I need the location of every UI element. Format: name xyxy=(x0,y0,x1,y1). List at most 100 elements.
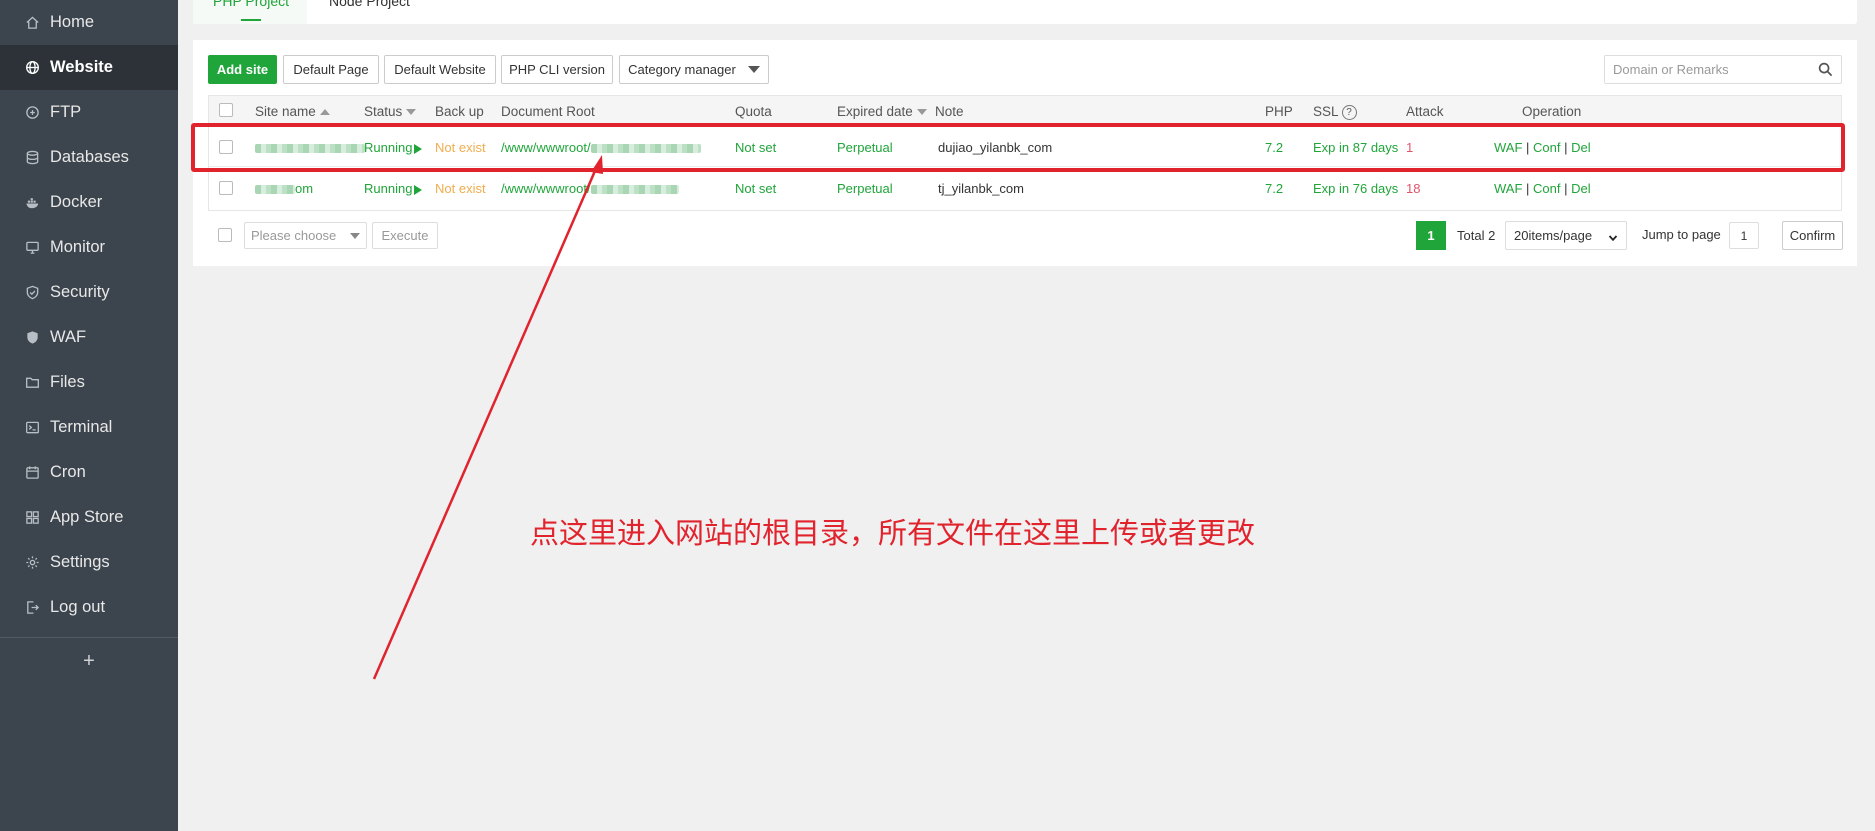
table-row: om Running Not exist /www/wwwroot/ Not s… xyxy=(209,168,1841,208)
confirm-button[interactable]: Confirm xyxy=(1782,221,1843,250)
default-page-button[interactable]: Default Page xyxy=(283,55,379,84)
sidebar-item-settings[interactable]: Settings xyxy=(0,540,178,585)
sidebar-item-terminal[interactable]: Terminal xyxy=(0,405,178,450)
sort-asc-icon xyxy=(319,109,330,116)
sidebar-item-website[interactable]: Website xyxy=(0,45,178,90)
category-manager-select[interactable]: Category manager xyxy=(619,55,769,84)
sidebar-item-databases[interactable]: Databases xyxy=(0,135,178,180)
conf-link[interactable]: Conf xyxy=(1533,181,1560,196)
sidebar-nav: Home Website FTP Databases Docker Monito… xyxy=(0,0,178,630)
php-version-link[interactable]: 7.2 xyxy=(1265,181,1283,196)
search-icon[interactable] xyxy=(1818,62,1833,80)
jump-to-page-label: Jump to page xyxy=(1642,227,1721,242)
row-operations: WAF | Conf | Del xyxy=(1494,181,1591,196)
header-expired-date[interactable]: Expired date xyxy=(837,104,927,119)
shield-icon xyxy=(24,285,40,301)
header-quota: Quota xyxy=(735,104,772,119)
header-ssl-label: SSL xyxy=(1313,104,1339,119)
separator: | xyxy=(1564,181,1568,196)
header-expired-label: Expired date xyxy=(837,104,913,119)
sidebar-item-docker[interactable]: Docker xyxy=(0,180,178,225)
sidebar-item-waf[interactable]: WAF xyxy=(0,315,178,360)
annotation-text: 点这里进入网站的根目录，所有文件在这里上传或者更改 xyxy=(530,516,1256,550)
header-attack: Attack xyxy=(1406,104,1444,119)
header-status[interactable]: Status xyxy=(364,104,417,119)
play-icon xyxy=(414,184,423,195)
tab-php-project[interactable]: PHP Project xyxy=(193,0,307,24)
document-root-path: /www/wwwroot/ xyxy=(501,181,591,196)
sort-desc-icon xyxy=(406,109,417,116)
tab-node-project[interactable]: Node Project xyxy=(329,0,410,9)
folder-icon xyxy=(24,375,40,391)
sidebar-divider xyxy=(0,637,178,638)
add-menu-button[interactable]: + xyxy=(0,650,178,673)
header-backup: Back up xyxy=(435,104,484,119)
sidebar-item-label: WAF xyxy=(50,328,87,346)
sidebar-item-label: Terminal xyxy=(50,418,113,436)
search-box xyxy=(1604,55,1842,84)
sidebar-item-home[interactable]: Home xyxy=(0,0,178,45)
jump-page-input[interactable]: 1 xyxy=(1729,222,1759,249)
backup-link[interactable]: Not exist xyxy=(435,181,486,196)
per-page-value: 20items/page xyxy=(1514,228,1593,243)
waf-link[interactable]: WAF xyxy=(1494,181,1522,196)
expired-date-link[interactable]: Perpetual xyxy=(837,181,893,196)
docker-icon xyxy=(24,195,40,211)
select-all-checkbox[interactable] xyxy=(219,103,233,117)
row-checkbox[interactable] xyxy=(219,181,233,195)
header-status-label: Status xyxy=(364,104,403,119)
sidebar-item-ftp[interactable]: FTP xyxy=(0,90,178,135)
sidebar-item-cron[interactable]: Cron xyxy=(0,450,178,495)
redacted-path xyxy=(590,185,679,195)
sidebar-item-label: Files xyxy=(50,373,85,391)
status-label: Running xyxy=(364,181,413,196)
batch-select-checkbox[interactable] xyxy=(218,228,232,242)
sidebar-item-label: App Store xyxy=(50,508,124,526)
batch-action-select[interactable]: Please choose xyxy=(244,222,367,249)
sidebar-item-label: Log out xyxy=(50,598,106,616)
execute-button[interactable]: Execute xyxy=(372,222,438,249)
attack-count-link[interactable]: 18 xyxy=(1406,181,1420,196)
del-link[interactable]: Del xyxy=(1571,181,1591,196)
ftp-icon xyxy=(24,105,40,121)
redacted-site-name xyxy=(255,185,295,195)
sidebar-item-label: Monitor xyxy=(50,238,106,256)
sidebar-item-app-store[interactable]: App Store xyxy=(0,495,178,540)
note-field[interactable]: tj_yilanbk_com xyxy=(938,181,1024,196)
monitor-icon xyxy=(24,240,40,256)
php-cli-version-button[interactable]: PHP CLI version xyxy=(501,55,613,84)
document-root-link[interactable]: /www/wwwroot/ xyxy=(501,181,679,196)
header-site-name[interactable]: Site name xyxy=(255,104,330,119)
chevron-down-icon xyxy=(1608,231,1618,246)
globe-icon xyxy=(24,60,40,76)
add-site-button[interactable]: Add site xyxy=(208,55,277,84)
sidebar-item-label: FTP xyxy=(50,103,82,121)
sidebar-item-monitor[interactable]: Monitor xyxy=(0,225,178,270)
sidebar-item-label: Cron xyxy=(50,463,86,481)
header-php: PHP xyxy=(1265,104,1293,119)
help-icon[interactable]: ? xyxy=(1341,104,1357,120)
search-input[interactable] xyxy=(1605,56,1805,83)
per-page-select[interactable]: 20items/page xyxy=(1505,221,1627,250)
header-ssl: SSL? xyxy=(1313,104,1357,120)
sidebar-item-label: Home xyxy=(50,13,95,31)
header-operation: Operation xyxy=(1522,104,1582,119)
default-website-button[interactable]: Default Website xyxy=(384,55,496,84)
header-document-root: Document Root xyxy=(501,104,595,119)
annotation-highlight-box xyxy=(191,123,1845,172)
sidebar-item-log-out[interactable]: Log out xyxy=(0,585,178,630)
chevron-down-icon xyxy=(747,66,760,73)
home-icon xyxy=(24,15,40,31)
site-name-link[interactable]: om xyxy=(255,181,313,196)
chevron-down-icon xyxy=(350,233,360,239)
sidebar-item-files[interactable]: Files xyxy=(0,360,178,405)
status-toggle[interactable]: Running xyxy=(364,181,423,196)
gear-icon xyxy=(24,555,40,571)
sidebar-item-label: Security xyxy=(50,283,110,301)
current-page[interactable]: 1 xyxy=(1416,221,1446,250)
table-header: Site name Status Back up Document Root Q… xyxy=(209,96,1841,126)
sidebar-item-security[interactable]: Security xyxy=(0,270,178,315)
quota-link[interactable]: Not set xyxy=(735,181,776,196)
calendar-icon xyxy=(24,465,40,481)
ssl-status-link[interactable]: Exp in 76 days xyxy=(1313,181,1398,196)
